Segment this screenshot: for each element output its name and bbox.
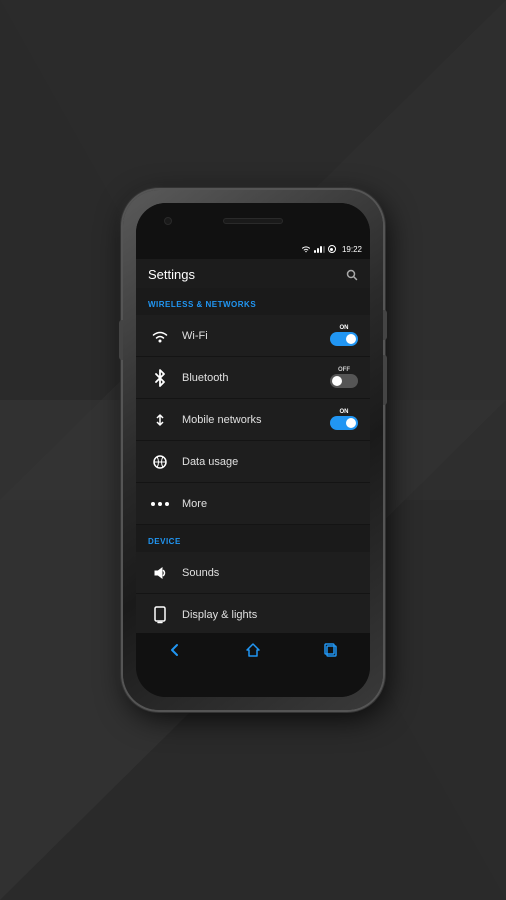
wifi-status-icon [301,245,311,253]
status-bar: 19:22 [136,239,370,259]
search-button[interactable] [346,269,358,281]
phone-screen: 19:22 Settings WIRELESS & NETWORKS [136,239,370,667]
sounds-item[interactable]: Sounds [136,552,370,594]
mobile-networks-toggle-label: ON [340,409,349,415]
sounds-label: Sounds [182,567,358,579]
recents-button[interactable] [316,635,346,665]
mobile-networks-icon [148,408,172,432]
display-lights-item[interactable]: Display & lights [136,594,370,633]
mobile-networks-item[interactable]: Mobile networks ON [136,399,370,441]
bluetooth-toggle-switch[interactable] [330,374,358,388]
more-item[interactable]: More [136,483,370,525]
bluetooth-icon [148,366,172,390]
phone-bezel: 19:22 Settings WIRELESS & NETWORKS [136,203,370,697]
status-time: 19:22 [342,245,362,254]
mobile-networks-toggle-switch[interactable] [330,416,358,430]
settings-header: Settings [136,259,370,288]
back-button[interactable] [160,635,190,665]
bluetooth-label: Bluetooth [182,372,330,384]
more-label: More [182,498,358,510]
power-button[interactable] [383,310,387,340]
bluetooth-toggle-label: OFF [338,367,350,373]
wifi-toggle-switch[interactable] [330,332,358,346]
alarm-icon [328,245,336,253]
bluetooth-item[interactable]: Bluetooth OFF [136,357,370,399]
wifi-icon [148,324,172,348]
data-usage-item[interactable]: Data usage [136,441,370,483]
nav-bar [136,633,370,667]
wifi-item[interactable]: Wi-Fi ON [136,315,370,357]
phone-top-bar [136,203,370,239]
display-lights-label: Display & lights [182,609,358,621]
mobile-networks-toggle[interactable]: ON [330,409,358,430]
data-usage-icon [148,450,172,474]
wireless-section-header: WIRELESS & NETWORKS [136,288,370,315]
settings-list: WIRELESS & NETWORKS Wi-Fi ON [136,288,370,633]
volume-button[interactable] [383,355,387,405]
bluetooth-toggle-knob [332,376,342,386]
more-icon [148,492,172,516]
wifi-label: Wi-Fi [182,330,330,342]
sounds-icon [148,561,172,585]
bluetooth-toggle[interactable]: OFF [330,367,358,388]
data-usage-label: Data usage [182,456,358,468]
page-title: Settings [148,267,195,282]
phone-shell: 19:22 Settings WIRELESS & NETWORKS [123,190,383,710]
wireless-section-label: WIRELESS & NETWORKS [148,300,256,309]
device-section-header: DEVICE [136,525,370,552]
mobile-networks-label: Mobile networks [182,414,330,426]
signal-icon [314,245,325,253]
wifi-toggle-knob [346,334,356,344]
mobile-networks-toggle-knob [346,418,356,428]
phone-bottom-bar [136,667,370,697]
earpiece-speaker [223,218,283,224]
front-camera [164,217,172,225]
device-section-label: DEVICE [148,537,181,546]
left-button[interactable] [119,320,123,360]
wifi-toggle-label: ON [340,325,349,331]
wifi-toggle[interactable]: ON [330,325,358,346]
home-button[interactable] [238,635,268,665]
display-lights-icon [148,603,172,627]
